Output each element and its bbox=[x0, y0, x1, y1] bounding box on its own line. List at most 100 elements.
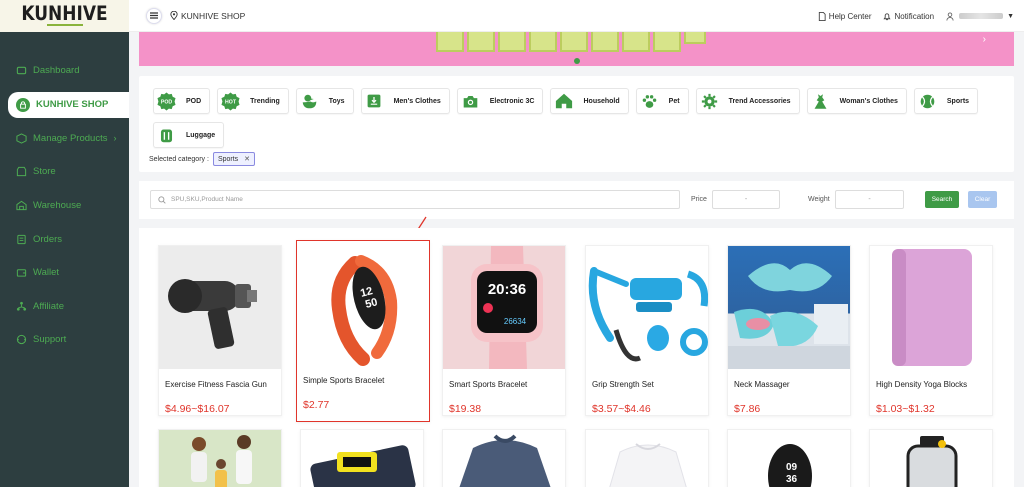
product-name: Exercise Fitness Fascia Gun bbox=[165, 380, 267, 389]
ball-icon bbox=[918, 92, 937, 111]
category-label: Men's Clothes bbox=[393, 97, 441, 105]
sidebar-item-warehouse[interactable]: Warehouse bbox=[0, 189, 129, 223]
menu-toggle-button[interactable] bbox=[146, 7, 162, 24]
price-label: Price bbox=[691, 196, 707, 203]
sidebar-item-orders[interactable]: Orders bbox=[0, 222, 129, 256]
svg-text:HOT: HOT bbox=[225, 99, 237, 105]
product-name: Simple Sports Bracelet bbox=[303, 376, 385, 385]
sidebar-item-label: Orders bbox=[33, 233, 63, 245]
search-placeholder: SPU,SKU,Product Name bbox=[171, 196, 243, 203]
product-price: $4.96~$16.07 bbox=[165, 403, 230, 415]
category-chip-trend-accessories[interactable]: Trend Accessories bbox=[695, 88, 800, 114]
caret-down-icon: ▼ bbox=[1007, 12, 1014, 20]
product-image-neck-massager bbox=[728, 246, 850, 369]
product-image-family-sports bbox=[159, 430, 281, 487]
product-image-compression-shirt bbox=[586, 430, 708, 487]
shirt-icon bbox=[365, 92, 384, 111]
sidebar-item-label: Manage Products bbox=[33, 132, 108, 144]
search-button[interactable]: Search bbox=[925, 191, 959, 208]
category-chip-trending[interactable]: HOT Trending bbox=[217, 88, 289, 114]
product-price: $3.57~$4.46 bbox=[592, 403, 651, 415]
top-header: KUNHIVE SHOP Help Center Notification ▼ bbox=[129, 0, 1024, 32]
product-image-yoga-block bbox=[870, 246, 992, 369]
product-card[interactable]: High Density Yoga Blocks $1.03~$1.32 bbox=[869, 245, 993, 416]
hot-badge-icon: HOT bbox=[221, 91, 240, 111]
category-label: Luggage bbox=[186, 131, 216, 139]
product-price: $2.77 bbox=[303, 399, 330, 411]
product-card[interactable]: 20:36 26634 Smart Sports Bracelet $19.38 bbox=[442, 245, 566, 416]
shop-location: KUNHIVE SHOP bbox=[170, 11, 245, 21]
product-name: High Density Yoga Blocks bbox=[876, 380, 968, 389]
search-input[interactable]: SPU,SKU,Product Name bbox=[150, 190, 680, 209]
hamburger-icon bbox=[150, 12, 158, 19]
product-card[interactable]: Exercise Fitness Fascia Gun $4.96~$16.07 bbox=[158, 245, 282, 416]
affiliate-icon bbox=[16, 301, 27, 312]
user-menu[interactable]: ▼ bbox=[946, 11, 1014, 21]
house-icon bbox=[554, 92, 573, 111]
product-name: Grip Strength Set bbox=[592, 380, 654, 389]
sidebar-item-support[interactable]: Support bbox=[0, 323, 129, 357]
username-redacted bbox=[959, 13, 1004, 19]
category-chip-household[interactable]: Household bbox=[550, 88, 629, 114]
sidebar-item-wallet[interactable]: Wallet bbox=[0, 256, 129, 290]
pod-badge-icon: POD bbox=[157, 91, 176, 111]
sidebar-item-kunhive-shop[interactable]: KUNHIVE SHOP bbox=[8, 91, 129, 118]
product-image-grip-set bbox=[586, 246, 708, 369]
product-card[interactable] bbox=[585, 429, 709, 487]
selected-category-value: Sports bbox=[217, 155, 239, 163]
svg-text:26634: 26634 bbox=[504, 317, 527, 326]
product-card[interactable] bbox=[442, 429, 566, 487]
weight-range-input[interactable]: - bbox=[835, 190, 904, 209]
product-card[interactable] bbox=[300, 429, 424, 487]
dress-icon bbox=[811, 92, 830, 111]
box-icon bbox=[16, 133, 27, 144]
category-chip-pet[interactable]: Pet bbox=[635, 88, 689, 114]
product-card[interactable]: Grip Strength Set $3.57~$4.46 bbox=[585, 245, 709, 416]
sidebar-item-dashboard[interactable]: Dashboard bbox=[0, 54, 129, 88]
category-chip-mens-clothes[interactable]: Men's Clothes bbox=[360, 88, 450, 114]
category-chip-electronic-3c[interactable]: Electronic 3C bbox=[456, 88, 544, 114]
category-chip-luggage[interactable]: Luggage bbox=[153, 122, 225, 148]
carousel-dot[interactable] bbox=[574, 58, 580, 64]
category-chip-pod[interactable]: POD POD bbox=[153, 88, 211, 114]
notification-label: Notification bbox=[894, 11, 935, 21]
product-card-highlighted[interactable]: 12 50 Simple Sports Bracelet $2.77 bbox=[296, 240, 430, 422]
svg-text:20:36: 20:36 bbox=[488, 281, 526, 298]
product-image-sports-bracelet: 12 50 bbox=[297, 241, 429, 369]
product-price: $19.38 bbox=[449, 403, 482, 415]
product-card[interactable] bbox=[869, 429, 993, 487]
help-center-link[interactable]: Help Center bbox=[818, 11, 871, 21]
location-pin-icon bbox=[170, 11, 178, 20]
sidebar-item-affiliate[interactable]: Affiliate bbox=[0, 290, 129, 324]
clear-button[interactable]: Clear bbox=[968, 191, 997, 208]
category-chip-womans-clothes[interactable]: Woman's Clothes bbox=[806, 88, 907, 114]
category-label: Pet bbox=[668, 97, 680, 105]
category-chip-sports[interactable]: Sports bbox=[913, 88, 979, 114]
duck-icon bbox=[300, 92, 319, 111]
product-card[interactable]: Neck Massager $7.86 bbox=[727, 245, 851, 416]
category-label: POD bbox=[186, 97, 202, 105]
header-actions: Help Center Notification ▼ bbox=[806, 0, 1014, 32]
banner-artwork bbox=[436, 32, 706, 52]
svg-text:36: 36 bbox=[786, 474, 798, 485]
shop-title: KUNHIVE SHOP bbox=[181, 10, 246, 21]
sidebar-item-label: Affiliate bbox=[33, 300, 64, 312]
notification-link[interactable]: Notification bbox=[883, 12, 934, 21]
sidebar-item-manage-products[interactable]: Manage Products › bbox=[0, 122, 129, 156]
category-label: Household bbox=[583, 97, 620, 105]
close-icon[interactable]: ✕ bbox=[244, 155, 250, 163]
sidebar-item-label: Wallet bbox=[33, 267, 60, 279]
selected-category-tag[interactable]: Sports ✕ bbox=[212, 152, 256, 166]
product-card[interactable] bbox=[158, 429, 282, 487]
category-chip-toys[interactable]: Toys bbox=[295, 88, 354, 114]
sidebar-item-store[interactable]: Store bbox=[0, 155, 129, 189]
home-icon bbox=[16, 65, 27, 76]
weight-range-separator: - bbox=[868, 196, 871, 203]
store-icon bbox=[16, 166, 27, 177]
product-card[interactable]: 09 36 bbox=[727, 429, 851, 487]
price-range-input[interactable]: - bbox=[712, 190, 780, 209]
banner-next-arrow-icon[interactable]: › bbox=[983, 34, 986, 45]
logo[interactable]: KUNHIVE bbox=[0, 0, 129, 32]
luggage-icon bbox=[157, 126, 176, 145]
product-price: $7.86 bbox=[734, 403, 761, 415]
